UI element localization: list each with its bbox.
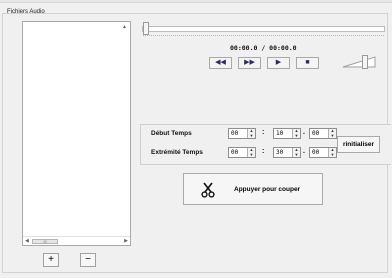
- start-tenths-spinner[interactable]: 00 ▲ ▼: [309, 128, 337, 139]
- volume-slider[interactable]: [341, 55, 377, 69]
- dot-separator: .: [303, 129, 305, 136]
- spinner-arrows-icon[interactable]: ▲ ▼: [292, 128, 300, 138]
- end-time-label: Extrémité Temps: [151, 149, 203, 156]
- total-time: 00:00.0: [269, 44, 297, 52]
- add-file-button[interactable]: +: [43, 253, 59, 267]
- fast-forward-button[interactable]: ▶▶: [238, 57, 261, 69]
- horizontal-scrollbar[interactable]: ◀ III ▶: [23, 236, 130, 245]
- end-tenths-value: 00: [312, 149, 320, 156]
- end-tenths-spinner[interactable]: 00 ▲ ▼: [309, 147, 337, 158]
- fast-forward-icon: ▶▶: [244, 59, 255, 66]
- seek-ticks: [143, 35, 384, 37]
- start-tenths-value: 00: [312, 130, 320, 137]
- cut-button[interactable]: Appuyer pour couper: [183, 173, 323, 205]
- start-time-label: Début Temps: [151, 130, 192, 137]
- start-seconds-spinner[interactable]: 10 ▲ ▼: [273, 128, 301, 139]
- remove-file-button[interactable]: −: [80, 253, 96, 267]
- spinner-arrows-icon[interactable]: ▲ ▼: [247, 147, 255, 157]
- audio-file-list[interactable]: ▲ ◀ III ▶: [22, 21, 131, 246]
- rewind-icon: ◀◀: [215, 59, 226, 66]
- window-top-edge: [0, 0, 392, 3]
- end-seconds-value: 30: [276, 149, 284, 156]
- spinner-arrows-icon[interactable]: ▲ ▼: [292, 147, 300, 157]
- group-title: Fichiers Audio: [7, 9, 45, 15]
- scroll-up-icon[interactable]: ▲: [121, 24, 128, 31]
- time-separator: /: [261, 44, 266, 52]
- current-time: 00:00.0: [230, 44, 258, 52]
- scroll-left-icon[interactable]: ◀: [25, 238, 29, 244]
- reset-button[interactable]: r‍initialiser: [337, 136, 380, 153]
- dot-separator: .: [303, 148, 305, 155]
- seek-track[interactable]: [142, 26, 385, 32]
- colon-separator: :: [262, 129, 265, 136]
- start-minutes-spinner[interactable]: 00 ▲ ▼: [228, 128, 256, 139]
- spinner-arrows-icon[interactable]: ▲ ▼: [328, 128, 336, 138]
- stop-button[interactable]: ■: [296, 57, 319, 69]
- volume-thumb[interactable]: [362, 55, 368, 69]
- end-minutes-value: 00: [231, 149, 239, 156]
- scrollbar-thumb[interactable]: III: [32, 239, 58, 244]
- seek-slider-thumb[interactable]: [143, 22, 149, 35]
- end-minutes-spinner[interactable]: 00 ▲ ▼: [228, 147, 256, 158]
- rewind-button[interactable]: ◀◀: [209, 57, 232, 69]
- time-display: 00:00.0 / 00:00.0: [230, 44, 297, 52]
- spinner-arrows-icon[interactable]: ▲ ▼: [247, 128, 255, 138]
- start-minutes-value: 00: [231, 130, 239, 137]
- stop-icon: ■: [305, 59, 310, 66]
- end-seconds-spinner[interactable]: 30 ▲ ▼: [273, 147, 301, 158]
- scissors-icon: [201, 182, 215, 198]
- colon-separator: :: [262, 148, 265, 155]
- scroll-right-icon[interactable]: ▶: [124, 238, 128, 244]
- volume-ramp-icon: [342, 56, 376, 68]
- start-seconds-value: 10: [276, 130, 284, 137]
- spinner-arrows-icon[interactable]: ▲ ▼: [328, 147, 336, 157]
- play-icon: ▶: [275, 59, 282, 66]
- play-button[interactable]: ▶: [267, 57, 290, 69]
- cut-button-label: Appuyer pour couper: [234, 186, 301, 193]
